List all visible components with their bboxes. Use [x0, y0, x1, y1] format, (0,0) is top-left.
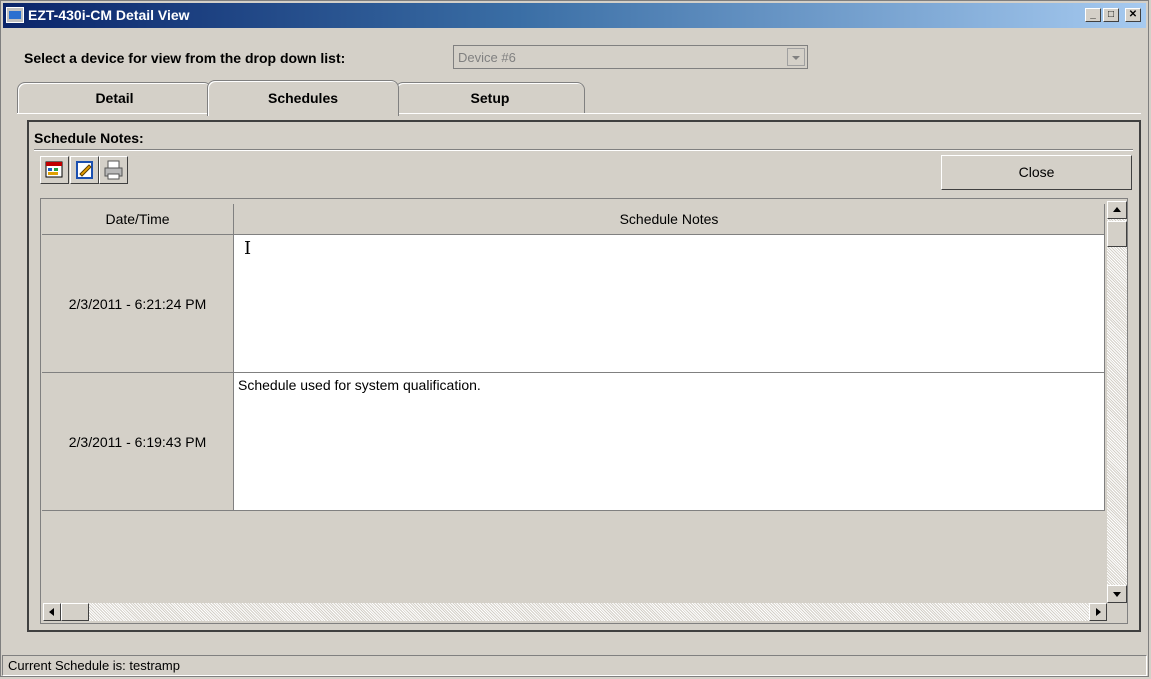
scrollbar-corner: [1107, 603, 1127, 621]
table-row-datetime[interactable]: 2/3/2011 - 6:19:43 PM: [42, 373, 234, 511]
tab-divider: [17, 113, 1141, 114]
schedule-notes-table: Date/Time Schedule Notes 2/3/2011 - 6:21…: [40, 198, 1128, 624]
text-cursor-icon: I: [244, 238, 252, 259]
app-icon: [6, 7, 24, 23]
status-bar: Current Schedule is: testramp: [2, 655, 1147, 676]
device-dropdown-value: Device #6: [458, 50, 516, 65]
window-title: EZT-430i-CM Detail View: [28, 7, 190, 23]
print-button[interactable]: [99, 156, 128, 184]
column-header-notes[interactable]: Schedule Notes: [234, 204, 1105, 235]
title-bar[interactable]: EZT-430i-CM Detail View _ □ ✕: [3, 3, 1146, 28]
scroll-down-button[interactable]: [1107, 585, 1127, 603]
scroll-right-button[interactable]: [1089, 603, 1107, 621]
tab-setup[interactable]: Setup: [395, 82, 585, 114]
schedule-notes-title: Schedule Notes:: [34, 130, 144, 146]
device-dropdown[interactable]: Device #6: [453, 45, 808, 69]
close-button[interactable]: Close: [941, 155, 1132, 190]
table-row-note[interactable]: Schedule used for system qualification.: [234, 373, 1105, 511]
edit-note-icon: [76, 161, 93, 179]
vertical-scroll-thumb[interactable]: [1107, 221, 1127, 247]
tab-schedules[interactable]: Schedules: [207, 80, 399, 116]
column-header-datetime[interactable]: Date/Time: [42, 204, 234, 235]
device-select-label: Select a device for view from the drop d…: [24, 50, 346, 66]
chevron-down-icon[interactable]: [787, 48, 805, 66]
maximize-button[interactable]: □: [1103, 8, 1119, 22]
new-schedule-button[interactable]: [40, 156, 69, 184]
tab-detail[interactable]: Detail: [17, 82, 212, 114]
print-icon: [104, 160, 123, 180]
table-row-note[interactable]: [234, 235, 1105, 373]
scroll-up-button[interactable]: [1107, 201, 1127, 219]
horizontal-scrollbar[interactable]: [43, 603, 1107, 621]
horizontal-scroll-thumb[interactable]: [61, 603, 89, 621]
table-row-datetime[interactable]: 2/3/2011 - 6:21:24 PM: [42, 235, 234, 373]
new-schedule-icon: [45, 161, 63, 178]
edit-note-button[interactable]: [70, 156, 99, 184]
minimize-button[interactable]: _: [1085, 8, 1101, 22]
close-window-button[interactable]: ✕: [1125, 8, 1141, 22]
scroll-left-button[interactable]: [43, 603, 61, 621]
vertical-scrollbar[interactable]: [1107, 201, 1127, 603]
section-divider: [34, 149, 1133, 151]
